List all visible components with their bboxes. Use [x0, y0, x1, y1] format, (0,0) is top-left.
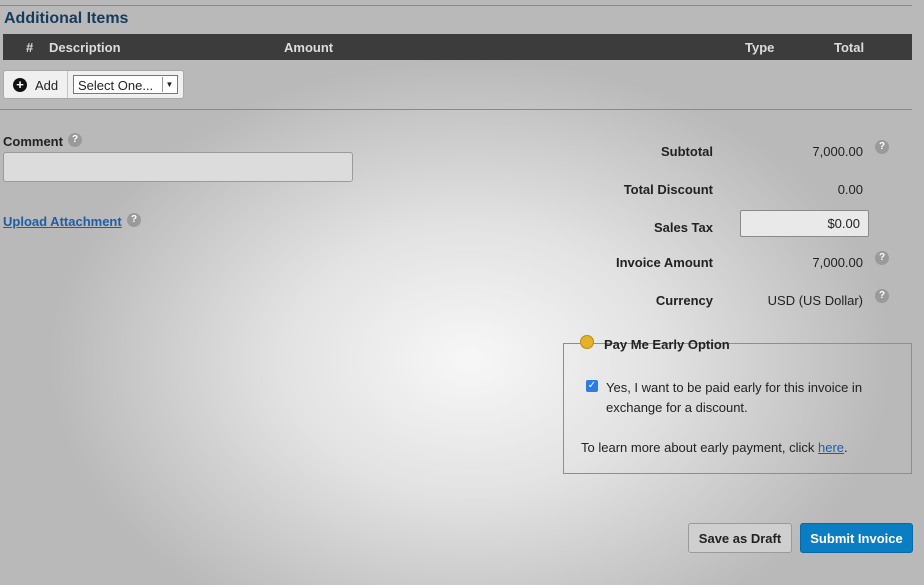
- upload-help-icon[interactable]: ?: [127, 213, 141, 227]
- sales-tax-label: Sales Tax: [653, 220, 713, 235]
- invoice-amount-value: 7,000.00: [812, 255, 863, 270]
- subtotal-value: 7,000.00: [812, 144, 863, 159]
- currency-label: Currency: [655, 293, 713, 308]
- add-item-label: Add: [35, 78, 59, 93]
- comment-field[interactable]: [3, 152, 353, 182]
- comment-help-icon[interactable]: ?: [68, 133, 82, 147]
- pay-early-checkbox-label: Yes, I want to be paid early for this in…: [606, 380, 863, 415]
- learn-more-link[interactable]: here: [818, 440, 844, 455]
- learn-more-suffix: .: [844, 440, 848, 455]
- coins-icon: [580, 335, 594, 349]
- invoice-amount-help-icon[interactable]: ?: [875, 251, 889, 265]
- subtotal-help-icon[interactable]: ?: [875, 140, 889, 154]
- currency-help-icon[interactable]: ?: [875, 289, 889, 303]
- sales-tax-input[interactable]: $0.00: [740, 210, 869, 237]
- add-item-button[interactable]: + Add: [4, 71, 68, 98]
- column-amount: Amount: [284, 40, 334, 55]
- plus-circle-icon: +: [13, 78, 27, 92]
- item-type-select[interactable]: Select One... ▼: [73, 75, 178, 94]
- learn-more-text: To learn more about early payment, click…: [581, 440, 848, 455]
- add-item-bar: + Add Select One... ▼: [3, 70, 184, 99]
- column-total: Total: [834, 40, 865, 55]
- upload-attachment-link[interactable]: Upload Attachment: [3, 214, 122, 229]
- column-number: #: [26, 40, 34, 55]
- section-divider: [0, 109, 912, 110]
- chevron-down-icon: ▼: [162, 77, 176, 92]
- currency-value: USD (US Dollar): [767, 293, 863, 308]
- pay-early-legend: Pay Me Early Option: [580, 333, 730, 353]
- pay-early-title: Pay Me Early Option: [604, 337, 730, 352]
- submit-invoice-button[interactable]: Submit Invoice: [800, 523, 913, 553]
- comment-label: Comment: [3, 134, 63, 149]
- pay-early-checkbox[interactable]: ✓: [586, 380, 598, 392]
- column-type: Type: [745, 40, 775, 55]
- column-description: Description: [49, 40, 121, 55]
- item-type-select-value: Select One...: [78, 78, 154, 93]
- items-table-header: # Description Amount Type Total: [3, 34, 912, 60]
- save-draft-button[interactable]: Save as Draft: [688, 523, 792, 553]
- learn-more-prefix: To learn more about early payment, click: [581, 440, 818, 455]
- subtotal-label: Subtotal: [661, 144, 713, 159]
- discount-value: 0.00: [837, 182, 863, 197]
- top-divider: [0, 5, 912, 6]
- invoice-amount-label: Invoice Amount: [615, 255, 713, 270]
- discount-label: Total Discount: [623, 182, 713, 197]
- section-title: Additional Items: [4, 10, 129, 27]
